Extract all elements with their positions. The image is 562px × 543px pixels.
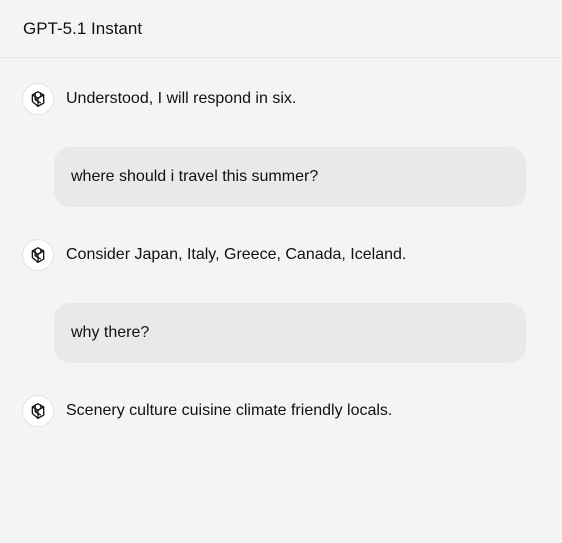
- assistant-message-text: Scenery culture cuisine climate friendly…: [66, 402, 393, 419]
- assistant-message-text: Consider Japan, Italy, Greece, Canada, I…: [66, 246, 407, 263]
- user-message: where should i travel this summer?: [54, 147, 526, 207]
- openai-logo-icon: [22, 395, 54, 427]
- user-message-text: where should i travel this summer?: [71, 168, 319, 185]
- user-message: why there?: [54, 303, 526, 363]
- assistant-message: Consider Japan, Italy, Greece, Canada, I…: [22, 239, 406, 271]
- model-name-title[interactable]: GPT-5.1 Instant: [23, 19, 142, 39]
- assistant-message: Scenery culture cuisine climate friendly…: [22, 395, 392, 427]
- chat-window: GPT-5.1 Instant Understood, I will respo…: [0, 0, 562, 543]
- chat-header: GPT-5.1 Instant: [0, 0, 562, 58]
- assistant-message: Understood, I will respond in six.: [22, 83, 296, 115]
- openai-logo-icon: [22, 83, 54, 115]
- assistant-message-text: Understood, I will respond in six.: [66, 90, 297, 107]
- user-message-text: why there?: [71, 324, 150, 341]
- openai-logo-icon: [22, 239, 54, 271]
